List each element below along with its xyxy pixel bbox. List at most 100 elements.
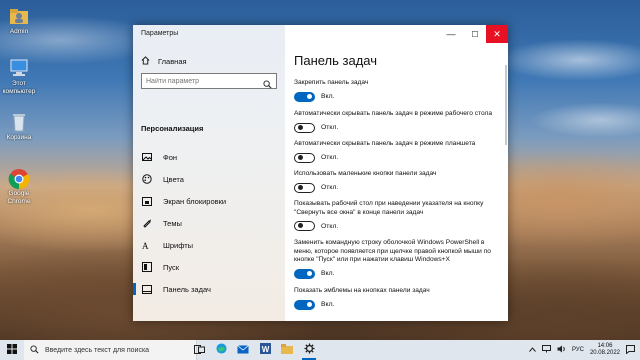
network-icon[interactable] — [541, 345, 551, 355]
task-view-button[interactable] — [188, 340, 210, 360]
sidebar-item-label: Фон — [163, 152, 178, 162]
toggle-state: Вкл. — [321, 301, 335, 308]
show-hidden-icons-icon[interactable] — [529, 346, 536, 354]
start-icon — [141, 262, 153, 272]
setting-label: Закрепить панель задач — [294, 79, 369, 86]
desktop-icon-label: Google Chrome — [7, 190, 31, 205]
setting-label: Автоматически скрывать панель задач в ре… — [294, 110, 493, 117]
notifications-icon[interactable] — [626, 344, 635, 356]
peek-desktop-toggle[interactable] — [294, 221, 315, 231]
volume-icon[interactable] — [557, 345, 566, 355]
autohide-tablet-toggle[interactable] — [294, 152, 315, 163]
toggle-state: Откл. — [321, 154, 339, 161]
palette-icon — [141, 174, 153, 184]
recycle-bin-icon — [8, 112, 30, 132]
setting-label: Заменить командную строку оболочкой Wind… — [294, 239, 491, 263]
settings-search-input[interactable] — [142, 74, 268, 88]
svg-text:W: W — [261, 345, 269, 354]
svg-text:A: A — [142, 241, 149, 250]
search-icon — [30, 341, 39, 359]
home-label: Главная — [158, 57, 187, 66]
powershell-toggle[interactable] — [294, 268, 315, 279]
setting-label: Использовать маленькие кнопки панели зад… — [294, 170, 437, 177]
desktop-icon-admin[interactable]: Admin — [2, 6, 36, 36]
language-indicator[interactable]: РУС — [572, 347, 584, 353]
sidebar-item-label: Шрифты — [163, 240, 194, 250]
taskbar: Введите здесь текст для поиска W РУС 14:… — [0, 340, 640, 360]
desktop-icon-label: Этот компьютер — [2, 80, 36, 95]
sidebar-item-label: Экран блокировки — [163, 196, 227, 206]
clock-date: 20.08.2022 — [589, 350, 620, 356]
taskbar-search[interactable]: Введите здесь текст для поиска — [24, 340, 197, 360]
toggle-state: Откл. — [321, 124, 339, 131]
desktop-icon-label: Admin — [9, 28, 29, 35]
taskbar-settings[interactable] — [298, 340, 320, 360]
task-view-icon — [193, 341, 205, 359]
home-link[interactable]: Главная — [141, 56, 187, 67]
setting-label: Показывать рабочий стол при наведении ук… — [294, 200, 484, 216]
taskbar-word[interactable]: W — [254, 340, 276, 360]
sidebar-item-label: Панель задач — [163, 284, 211, 294]
desktop-icon-chrome[interactable]: Google Chrome — [2, 168, 36, 205]
folder-icon — [281, 341, 293, 359]
clock-time: 14:06 — [597, 343, 613, 349]
setting-autohide-tablet: Автоматически скрывать панель задач в ре… — [294, 140, 499, 163]
sidebar-item-lock-screen[interactable]: Экран блокировки — [133, 190, 285, 212]
setting-peek-desktop: Показывать рабочий стол при наведении ук… — [294, 200, 499, 231]
close-button[interactable]: ✕ — [486, 25, 508, 43]
computer-icon — [8, 58, 30, 78]
taskbar-mail[interactable] — [232, 340, 254, 360]
section-personalization: Персонализация — [141, 124, 204, 133]
window-title: Параметры — [141, 30, 179, 37]
image-icon — [141, 153, 153, 161]
setting-label: Показать эмблемы на кнопках панели задач — [294, 287, 430, 294]
setting-small-buttons: Использовать маленькие кнопки панели зад… — [294, 170, 499, 193]
windows-logo-icon — [7, 341, 17, 359]
search-icon[interactable] — [263, 76, 272, 94]
setting-powershell: Заменить командную строку оболочкой Wind… — [294, 239, 499, 279]
desktop-icon-recycle-bin[interactable]: Корзина — [2, 112, 36, 142]
setting-label: Автоматически скрывать панель задач в ре… — [294, 140, 476, 147]
autohide-desktop-toggle[interactable] — [294, 122, 315, 133]
settings-sidebar: Параметры Главная Персонализация Фон Цве… — [133, 25, 285, 321]
user-folder-icon — [8, 6, 30, 26]
desktop-icon-this-pc[interactable]: Этот компьютер — [2, 58, 36, 95]
sidebar-item-taskbar[interactable]: Панель задач — [133, 278, 285, 300]
toggle-state: Откл. — [321, 184, 339, 191]
sidebar-item-label: Цвета — [163, 174, 184, 184]
desktop-icon-label: Корзина — [6, 134, 32, 141]
system-tray: РУС 14:06 20.08.2022 — [529, 340, 640, 360]
toggle-state: Вкл. — [321, 270, 335, 277]
sidebar-item-background[interactable]: Фон — [133, 146, 285, 168]
taskbar-folder[interactable] — [276, 340, 298, 360]
setting-badges: Показать эмблемы на кнопках панели задач… — [294, 287, 499, 310]
badges-toggle[interactable] — [294, 299, 315, 310]
sidebar-item-start[interactable]: Пуск — [133, 256, 285, 278]
content-scrollbar[interactable] — [505, 65, 507, 145]
sidebar-item-label: Пуск — [163, 262, 180, 272]
gear-icon — [303, 341, 315, 359]
clock[interactable]: 14:06 20.08.2022 — [590, 343, 620, 357]
minimize-button[interactable]: — — [441, 27, 461, 41]
page-title: Панель задач — [294, 53, 378, 68]
small-buttons-toggle[interactable] — [294, 182, 315, 193]
taskbar-search-placeholder: Введите здесь текст для поиска — [45, 346, 150, 354]
lock-screen-icon — [141, 196, 153, 206]
setting-lock-taskbar: Закрепить панель задач Вкл. — [294, 79, 499, 102]
sidebar-item-fonts[interactable]: A Шрифты — [133, 234, 285, 256]
sidebar-item-label: Темы — [163, 218, 182, 228]
fonts-icon: A — [141, 240, 153, 250]
toggle-state: Вкл. — [321, 93, 335, 100]
settings-search[interactable] — [141, 73, 277, 89]
setting-autohide-desktop: Автоматически скрывать панель задач в ре… — [294, 110, 499, 133]
lock-taskbar-toggle[interactable] — [294, 91, 315, 102]
sidebar-item-colors[interactable]: Цвета — [133, 168, 285, 190]
maximize-button[interactable]: ☐ — [465, 27, 485, 41]
edge-icon — [215, 341, 227, 359]
start-button[interactable] — [0, 340, 24, 360]
sidebar-item-themes[interactable]: Темы — [133, 212, 285, 234]
word-icon: W — [259, 341, 271, 359]
home-icon — [141, 56, 150, 67]
toggle-state: Откл. — [321, 222, 339, 230]
taskbar-edge[interactable] — [210, 340, 232, 360]
